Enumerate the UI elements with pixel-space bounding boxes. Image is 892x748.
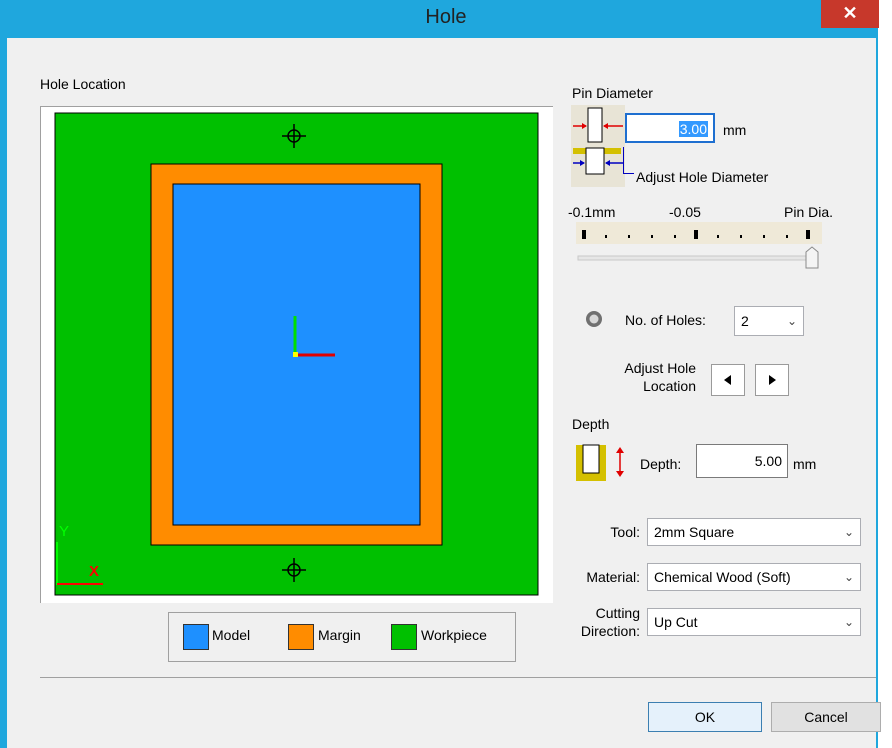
legend-model-label: Model (212, 627, 251, 643)
legend-workpiece-label: Workpiece (421, 627, 487, 643)
slider-max-label: Pin Dia. (784, 204, 834, 220)
cutting-label-2: Direction: (580, 623, 640, 639)
hole-diameter-slider[interactable] (576, 222, 822, 270)
legend-box: Model Margin Workpiece (168, 612, 516, 662)
axis-label-x: X (89, 563, 99, 580)
adjust-pointer-line (623, 147, 634, 174)
material-label: Material: (586, 569, 640, 585)
material-value: Chemical Wood (Soft) (654, 569, 791, 585)
holes-value: 2 (741, 313, 749, 329)
divider (40, 677, 876, 678)
preview-canvas: Y X (54, 112, 539, 596)
holes-label: No. of Holes: (625, 312, 706, 328)
pin-diameter-icon (571, 105, 625, 187)
depth-input[interactable]: 5.00 (696, 444, 788, 478)
arrow-right-icon (769, 375, 776, 385)
dialog-title: Hole (425, 6, 467, 28)
cancel-button[interactable]: Cancel (771, 702, 881, 732)
slider-min-label: -0.1mm (568, 204, 616, 220)
move-right-button[interactable] (755, 364, 789, 396)
pin-diameter-value: 3.00 (678, 121, 708, 137)
adjust-hole-diameter-label: Adjust Hole Diameter (636, 169, 769, 185)
chevron-down-icon: ⌄ (786, 314, 797, 328)
chevron-down-icon: ⌄ (843, 615, 854, 629)
pin-diameter-unit: mm (723, 122, 747, 138)
arrow-left-icon (724, 375, 731, 385)
slider-mid-label: -0.05 (669, 204, 701, 220)
move-left-button[interactable] (711, 364, 745, 396)
depth-unit: mm (793, 456, 817, 472)
tool-select[interactable]: 2mm Square ⌄ (647, 518, 861, 546)
tool-value: 2mm Square (654, 524, 735, 540)
depth-section-label: Depth (572, 416, 610, 432)
hole-count-icon (585, 310, 603, 328)
axis-label-y: Y (59, 523, 69, 540)
adjust-location-label-1: Adjust Hole (624, 360, 696, 376)
material-select[interactable]: Chemical Wood (Soft) ⌄ (647, 563, 861, 591)
hole-location-label: Hole Location (40, 76, 126, 92)
depth-icon (576, 443, 630, 483)
cutting-direction-value: Up Cut (654, 614, 698, 630)
pin-diameter-label: Pin Diameter (572, 85, 653, 101)
ok-button[interactable]: OK (648, 702, 762, 732)
adjust-location-label-2: Location (643, 378, 696, 394)
chevron-down-icon: ⌄ (843, 570, 854, 584)
chevron-down-icon: ⌄ (843, 525, 854, 539)
cutting-label-1: Cutting (595, 605, 640, 621)
cutting-direction-select[interactable]: Up Cut ⌄ (647, 608, 861, 636)
depth-label: Depth: (640, 456, 682, 472)
pin-diameter-input[interactable]: 3.00 (625, 113, 715, 143)
hole-location-preview: Y X (40, 106, 553, 603)
close-button[interactable]: ✕ (821, 0, 879, 28)
tool-label: Tool: (610, 524, 640, 540)
legend-margin-label: Margin (318, 627, 361, 643)
model-swatch (183, 624, 209, 650)
margin-swatch (288, 624, 314, 650)
holes-select[interactable]: 2 ⌄ (734, 306, 804, 336)
slider-thumb (805, 246, 819, 269)
workpiece-swatch (391, 624, 417, 650)
